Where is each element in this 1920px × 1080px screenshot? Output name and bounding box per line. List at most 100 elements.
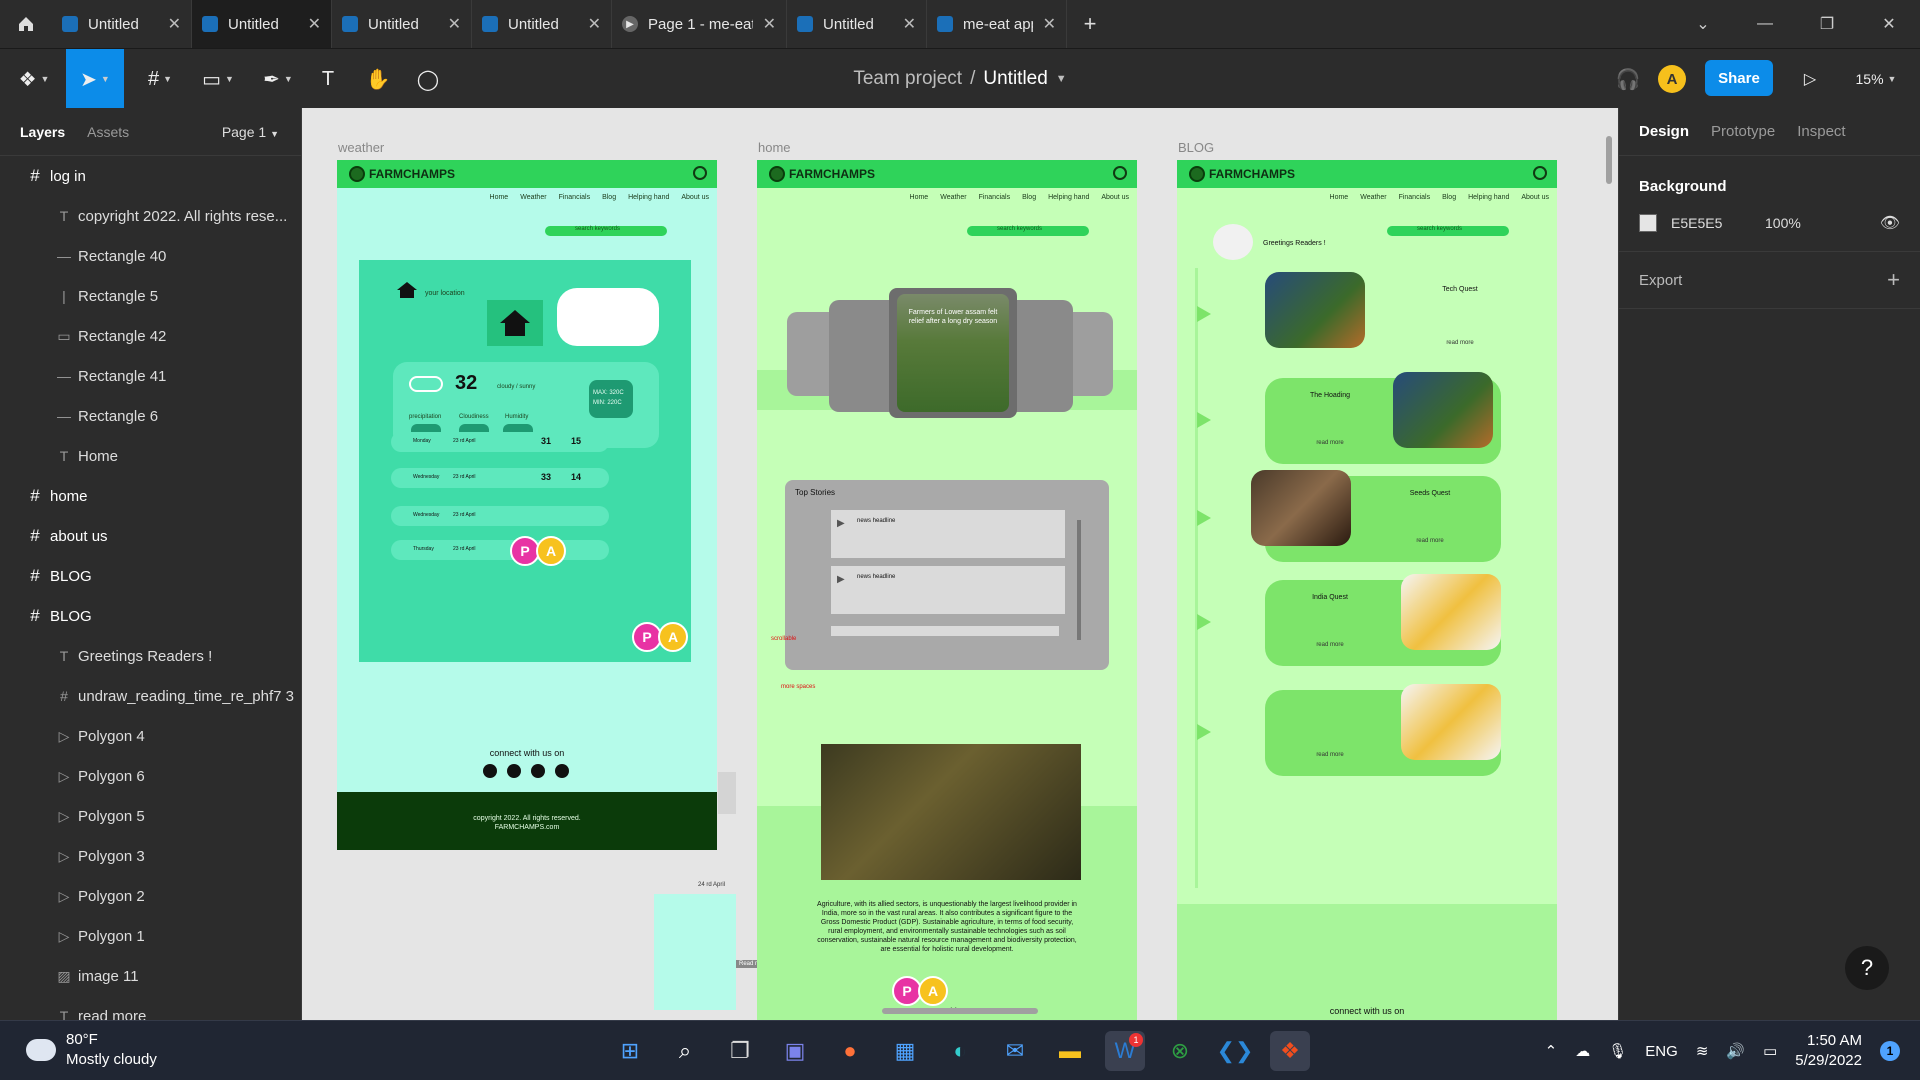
- team-name[interactable]: Team project: [853, 68, 962, 90]
- frame-blog[interactable]: FARMCHAMPS Home Weather Financials Blog Help…: [1177, 160, 1557, 1020]
- frame-weather[interactable]: FARMCHAMPS Home Weather Financials Blog Help…: [337, 160, 717, 850]
- floating-date[interactable]: 24 rd April: [698, 882, 725, 888]
- audio-button[interactable]: 🎧: [1612, 49, 1644, 109]
- nav-item[interactable]: About us: [1521, 194, 1549, 201]
- tab-file-3[interactable]: Untitled ✕: [332, 0, 472, 48]
- start-icon[interactable]: ⊞: [610, 1031, 650, 1071]
- nav-item[interactable]: Helping hand: [1468, 194, 1509, 201]
- close-window-button[interactable]: ✕: [1858, 0, 1920, 48]
- nav-item[interactable]: Blog: [1022, 194, 1036, 201]
- page-selector[interactable]: Page 1 ▼: [222, 124, 279, 140]
- twitter-icon[interactable]: [507, 764, 521, 778]
- clock[interactable]: 1:50 AM 5/29/2022: [1795, 1031, 1862, 1071]
- tab-prototype[interactable]: Prototype: [1711, 123, 1775, 140]
- tab-file-6[interactable]: Untitled ✕: [787, 0, 927, 48]
- card-read-more[interactable]: read more: [1275, 440, 1385, 446]
- text-tool[interactable]: T: [312, 49, 344, 109]
- add-export-button[interactable]: +: [1887, 267, 1900, 293]
- close-icon[interactable]: ✕: [448, 14, 461, 34]
- edge-icon[interactable]: ◐: [940, 1031, 980, 1071]
- frame-label-home[interactable]: home: [758, 140, 791, 155]
- nav-item[interactable]: Weather: [520, 194, 546, 201]
- tab-design[interactable]: Design: [1639, 123, 1689, 140]
- layer-item[interactable]: — Rectangle 40: [0, 236, 301, 276]
- restore-button[interactable]: ❐: [1796, 0, 1858, 48]
- background-opacity-input[interactable]: 100%: [1765, 215, 1801, 231]
- avatar[interactable]: A: [1658, 65, 1686, 93]
- color-swatch[interactable]: [1639, 214, 1657, 232]
- card-read-more[interactable]: read more: [1275, 752, 1385, 758]
- tab-layers[interactable]: Layers: [20, 124, 65, 140]
- zoom-control[interactable]: 15% ▼: [1850, 49, 1902, 109]
- layer-item[interactable]: ▷ Polygon 5: [0, 796, 301, 836]
- scrollbar[interactable]: [1077, 520, 1081, 640]
- search-icon[interactable]: ⌕: [665, 1031, 705, 1071]
- hand-tool[interactable]: ✋: [362, 49, 394, 109]
- share-button[interactable]: Share: [1705, 60, 1773, 96]
- layer-item[interactable]: ▷ Polygon 6: [0, 756, 301, 796]
- linkedin-icon[interactable]: [483, 764, 497, 778]
- layer-item[interactable]: ▷ Polygon 2: [0, 876, 301, 916]
- teams-chat-icon[interactable]: ▣: [775, 1031, 815, 1071]
- store-icon[interactable]: ▦: [885, 1031, 925, 1071]
- frame-tool[interactable]: # ▼: [136, 49, 184, 109]
- move-tool[interactable]: ➤ ▼: [66, 49, 124, 109]
- floating-card[interactable]: [654, 894, 736, 1010]
- nav-item[interactable]: About us: [1101, 194, 1129, 201]
- layer-item[interactable]: # home: [0, 476, 301, 516]
- battery-icon[interactable]: ▭: [1763, 1042, 1777, 1060]
- news-item[interactable]: ▶ news headline: [831, 566, 1065, 614]
- minimize-button[interactable]: —: [1734, 0, 1796, 48]
- main-menu-button[interactable]: ❖ ▼: [12, 49, 56, 109]
- layer-item[interactable]: | Rectangle 5: [0, 276, 301, 316]
- pen-tool[interactable]: ✒ ▼: [254, 49, 302, 109]
- layer-item[interactable]: T Home: [0, 436, 301, 476]
- file-name[interactable]: Untitled: [983, 68, 1047, 90]
- nav-item[interactable]: Blog: [1442, 194, 1456, 201]
- comment-tool[interactable]: ◯: [412, 49, 444, 109]
- blog-card[interactable]: Seeds Quest read more: [1251, 470, 1501, 562]
- close-icon[interactable]: ✕: [308, 14, 321, 34]
- nav-item[interactable]: Financials: [1399, 194, 1431, 201]
- file-explorer-icon[interactable]: ▬: [1050, 1031, 1090, 1071]
- tab-assets[interactable]: Assets: [87, 124, 129, 140]
- nav-item[interactable]: Weather: [940, 194, 966, 201]
- frame-label-weather[interactable]: weather: [338, 140, 384, 155]
- layer-item[interactable]: — Rectangle 41: [0, 356, 301, 396]
- blog-card[interactable]: read more: [1265, 684, 1501, 776]
- nav-item[interactable]: Home: [910, 194, 929, 201]
- present-button[interactable]: ▷: [1796, 49, 1824, 109]
- tab-file-7[interactable]: me-eat app ✕: [927, 0, 1067, 48]
- close-icon[interactable]: ✕: [763, 14, 776, 34]
- horizontal-scrollbar[interactable]: [882, 1008, 1038, 1014]
- word-icon[interactable]: W1: [1105, 1031, 1145, 1071]
- close-icon[interactable]: ✕: [168, 14, 181, 34]
- task-view-icon[interactable]: ❐: [720, 1031, 760, 1071]
- layer-item[interactable]: # BLOG: [0, 596, 301, 636]
- layer-item[interactable]: ▷ Polygon 4: [0, 716, 301, 756]
- tab-file-1[interactable]: Untitled ✕: [52, 0, 192, 48]
- layer-item[interactable]: ▷ Polygon 1: [0, 916, 301, 956]
- chevron-down-icon[interactable]: ⌄: [1672, 0, 1734, 48]
- frame-home[interactable]: FARMCHAMPS Home Weather Financials Blog Help…: [757, 160, 1137, 1020]
- tab-file-2[interactable]: Untitled ✕: [192, 0, 332, 48]
- language-indicator[interactable]: ENG: [1645, 1043, 1678, 1060]
- facebook-icon[interactable]: [531, 764, 545, 778]
- notification-count[interactable]: 1: [1880, 1041, 1900, 1061]
- eye-icon[interactable]: 👁: [1880, 213, 1900, 233]
- close-icon[interactable]: ✕: [1043, 14, 1056, 34]
- layer-item[interactable]: ▷ Polygon 3: [0, 836, 301, 876]
- help-button[interactable]: ?: [1845, 946, 1889, 990]
- wifi-icon[interactable]: ≋: [1696, 1042, 1709, 1060]
- layer-item[interactable]: # log in: [0, 156, 301, 196]
- chevron-up-icon[interactable]: ⌃: [1545, 1042, 1558, 1060]
- nav-item[interactable]: Financials: [979, 194, 1011, 201]
- close-icon[interactable]: ✕: [903, 14, 916, 34]
- blog-card[interactable]: The Hoading read more: [1265, 372, 1501, 464]
- firefox-icon[interactable]: ●: [830, 1031, 870, 1071]
- background-hex-input[interactable]: E5E5E5: [1671, 215, 1751, 231]
- figma-icon[interactable]: ❖: [1270, 1031, 1310, 1071]
- vertical-scrollbar[interactable]: [1606, 136, 1612, 184]
- instagram-icon[interactable]: [555, 764, 569, 778]
- nav-item[interactable]: Financials: [559, 194, 591, 201]
